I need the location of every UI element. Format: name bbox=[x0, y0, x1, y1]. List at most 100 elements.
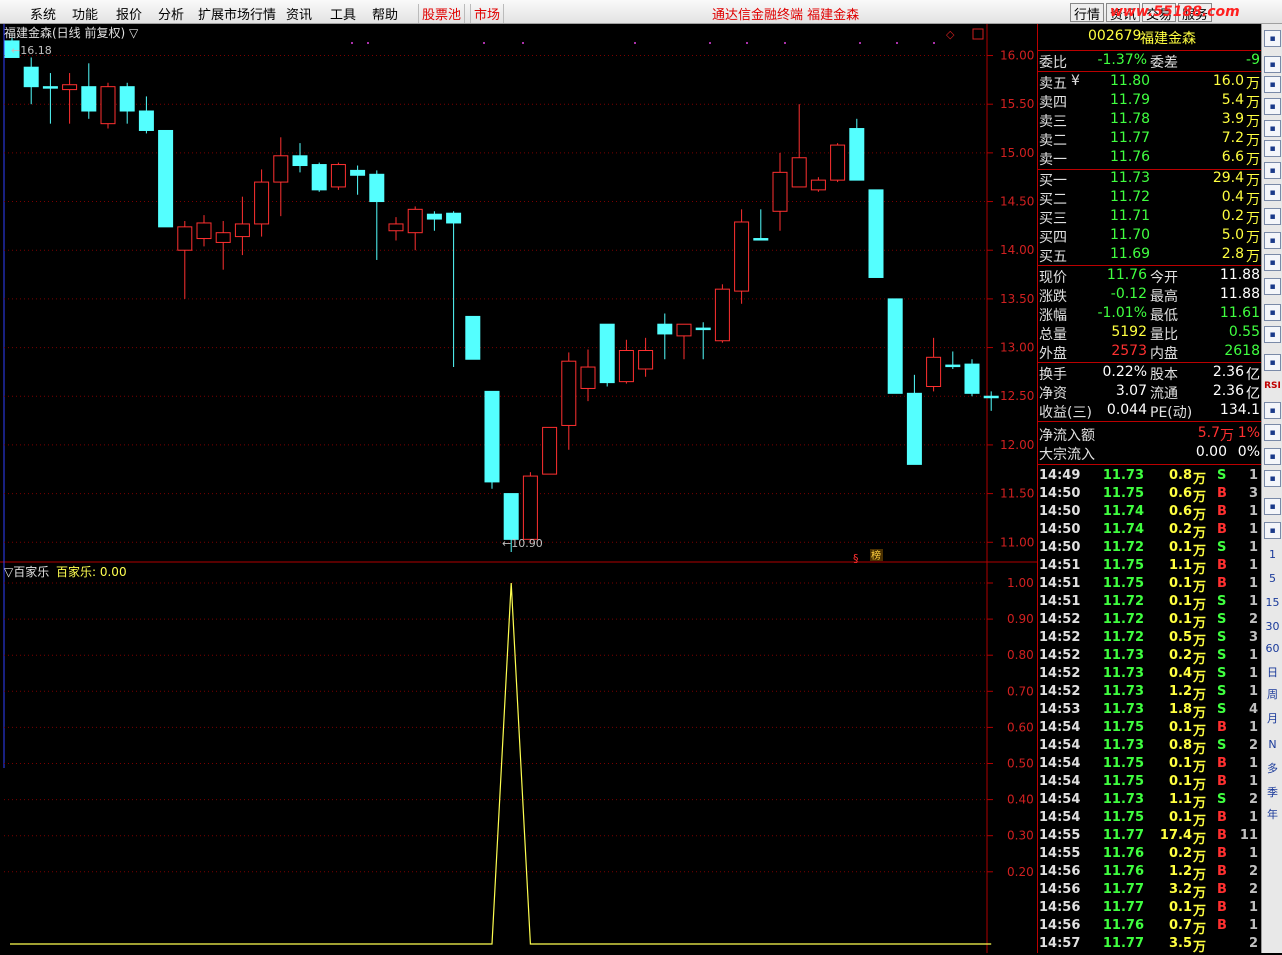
kline-header: 福建金森(日线 前复权) ▽ bbox=[4, 25, 139, 40]
period-2[interactable]: 15 bbox=[1264, 594, 1281, 611]
tick-time: 14:54 bbox=[1039, 774, 1081, 789]
menu-bar: 系统 功能 报价 分析 扩展市场行情 资讯 工具 帮助 股票池 市场 通达信金融终端 福建金森 行情资… bbox=[0, 0, 1282, 24]
tick-count: 1 bbox=[1248, 684, 1258, 699]
max-price-label: ←16.18 bbox=[11, 44, 52, 57]
tick-count: 2 bbox=[1248, 738, 1258, 753]
period-9[interactable]: 多 bbox=[1264, 760, 1281, 777]
stat-value: 0.55 bbox=[1228, 324, 1260, 340]
period-1[interactable]: 5 bbox=[1264, 570, 1281, 587]
menu-item-0[interactable]: 系统 bbox=[30, 4, 56, 23]
fund-value: 2.36 bbox=[1212, 383, 1244, 399]
period-10[interactable]: 季 bbox=[1264, 784, 1281, 801]
sell-unit: 万 bbox=[1246, 76, 1260, 92]
indicator-tick: 0.20 bbox=[1007, 865, 1034, 879]
tick-price: 11.73 bbox=[1102, 702, 1144, 717]
buy-label: 买四 bbox=[1039, 230, 1067, 246]
menu-item-5[interactable]: 资讯 bbox=[286, 4, 312, 23]
price-tick: 15.50 bbox=[1000, 97, 1034, 111]
menu-item-7[interactable]: 帮助 bbox=[372, 4, 398, 23]
toolbar-rsi[interactable]: RSI bbox=[1264, 378, 1281, 395]
tick-count: 1 bbox=[1248, 846, 1258, 861]
menu-red-item-1[interactable]: 市场 bbox=[470, 4, 505, 23]
period-11[interactable]: 年 bbox=[1264, 806, 1281, 823]
toolbar-icon-14[interactable]: ▪ bbox=[1264, 354, 1281, 371]
tick-side: B bbox=[1217, 810, 1227, 825]
tick-volume: 0.2 bbox=[1168, 648, 1192, 663]
toolbar-tool-5[interactable]: ▪ bbox=[1264, 522, 1281, 539]
tick-time: 14:51 bbox=[1039, 594, 1081, 609]
candle bbox=[100, 82, 116, 129]
candle bbox=[158, 129, 174, 228]
toolbar-icon-2[interactable]: ▪ bbox=[1264, 76, 1281, 93]
period-5[interactable]: 日 bbox=[1264, 664, 1281, 681]
buy-row: 买一 11.73 29.4 万 bbox=[1038, 170, 1262, 189]
toolbar-tool-4[interactable]: ▪ bbox=[1264, 498, 1281, 515]
fund-label: 流通 bbox=[1150, 386, 1178, 402]
toolbar-tool-3[interactable]: ▪ bbox=[1264, 470, 1281, 487]
toolbar-icon-7[interactable]: ▪ bbox=[1264, 184, 1281, 201]
toolbar-icon-13[interactable]: ▪ bbox=[1264, 326, 1281, 343]
price-tick: 14.50 bbox=[1000, 195, 1034, 209]
period-8[interactable]: N bbox=[1264, 736, 1281, 753]
tick-unit: 万 bbox=[1192, 940, 1206, 955]
indicator-tick: 0.80 bbox=[1007, 648, 1034, 662]
toolbar-icon-9[interactable]: ▪ bbox=[1264, 232, 1281, 249]
tick-price: 11.76 bbox=[1102, 846, 1144, 861]
diamond-icon[interactable]: ◇ bbox=[946, 28, 955, 41]
menu-red-item-0[interactable]: 股票池 bbox=[418, 4, 466, 23]
buy-price: 11.70 bbox=[1110, 227, 1151, 243]
toolbar-icon-3[interactable]: ▪ bbox=[1264, 98, 1281, 115]
period-3[interactable]: 30 bbox=[1264, 618, 1281, 635]
fund-unit: 亿 bbox=[1246, 367, 1260, 383]
tick-volume: 0.1 bbox=[1168, 810, 1192, 825]
toolbar-icon-10[interactable]: ▪ bbox=[1264, 254, 1281, 271]
stat-value: 2618 bbox=[1224, 343, 1260, 359]
toolbar-icon-4[interactable]: ▪ bbox=[1264, 120, 1281, 137]
weibi-row: 委比 -1.37% 委差 -9 bbox=[1038, 52, 1262, 71]
toolbar-icon-11[interactable]: ▪ bbox=[1264, 278, 1281, 295]
tick-volume: 0.1 bbox=[1168, 900, 1192, 915]
tick-unit: 万 bbox=[1192, 850, 1206, 865]
tick-side: S bbox=[1217, 702, 1227, 717]
menu-item-2[interactable]: 报价 bbox=[116, 4, 142, 23]
tick-side: B bbox=[1217, 846, 1227, 861]
toolbar-icon-5[interactable]: ▪ bbox=[1264, 140, 1281, 157]
toolbar-icon-12[interactable]: ▪ bbox=[1264, 304, 1281, 321]
tick-price: 11.75 bbox=[1102, 576, 1144, 591]
candle bbox=[542, 426, 558, 475]
menu-item-3[interactable]: 分析 bbox=[158, 4, 184, 23]
fund-row: 换手 0.22% 股本 2.36 亿 bbox=[1038, 364, 1262, 383]
menu-item-4[interactable]: 扩展市场行情 bbox=[198, 4, 276, 23]
buy-price: 11.73 bbox=[1110, 170, 1151, 186]
sell-volume: 7.2 bbox=[1221, 130, 1244, 146]
event-marker[interactable]: § bbox=[853, 552, 859, 565]
tick-price: 11.72 bbox=[1102, 612, 1144, 627]
tick-row: 14:52 11.72 0.1 万 S 2 bbox=[1038, 612, 1262, 631]
stat-label: 最高 bbox=[1150, 289, 1178, 305]
tick-volume: 0.5 bbox=[1168, 630, 1192, 645]
rank-marker[interactable]: 榜 bbox=[871, 549, 881, 562]
period-6[interactable]: 周 bbox=[1264, 686, 1281, 703]
tick-row: 14:54 11.75 0.1 万 B 1 bbox=[1038, 756, 1262, 775]
toolbar-icon-6[interactable]: ▪ bbox=[1264, 162, 1281, 179]
sell-volume: 16.0 bbox=[1212, 73, 1244, 89]
menu-item-1[interactable]: 功能 bbox=[72, 4, 98, 23]
toolbar-icon-0[interactable]: ▪ bbox=[1264, 30, 1281, 47]
top-button-0[interactable]: 行情 bbox=[1070, 3, 1105, 23]
toolbar-tool-1[interactable]: ▪ bbox=[1264, 424, 1281, 441]
price-tick: 16.00 bbox=[1000, 49, 1034, 63]
buy-label: 买三 bbox=[1039, 211, 1067, 227]
tick-row: 14:56 11.77 0.1 万 B 1 bbox=[1038, 900, 1262, 919]
toolbar-tool-2[interactable]: ▪ bbox=[1264, 448, 1281, 465]
stat-value: 11.76 bbox=[1106, 267, 1147, 283]
toolbar-icon-1[interactable]: ▪ bbox=[1264, 56, 1281, 73]
period-4[interactable]: 60 bbox=[1264, 640, 1281, 657]
indicator-tick: 1.00 bbox=[1007, 576, 1034, 590]
period-7[interactable]: 月 bbox=[1264, 710, 1281, 727]
menu-item-6[interactable]: 工具 bbox=[330, 4, 356, 23]
period-0[interactable]: 1 bbox=[1264, 546, 1281, 563]
price-tick: 11.00 bbox=[1000, 535, 1034, 549]
buy-volume: 0.4 bbox=[1221, 189, 1244, 205]
toolbar-icon-8[interactable]: ▪ bbox=[1264, 208, 1281, 225]
toolbar-tool-0[interactable]: ▪ bbox=[1264, 402, 1281, 419]
